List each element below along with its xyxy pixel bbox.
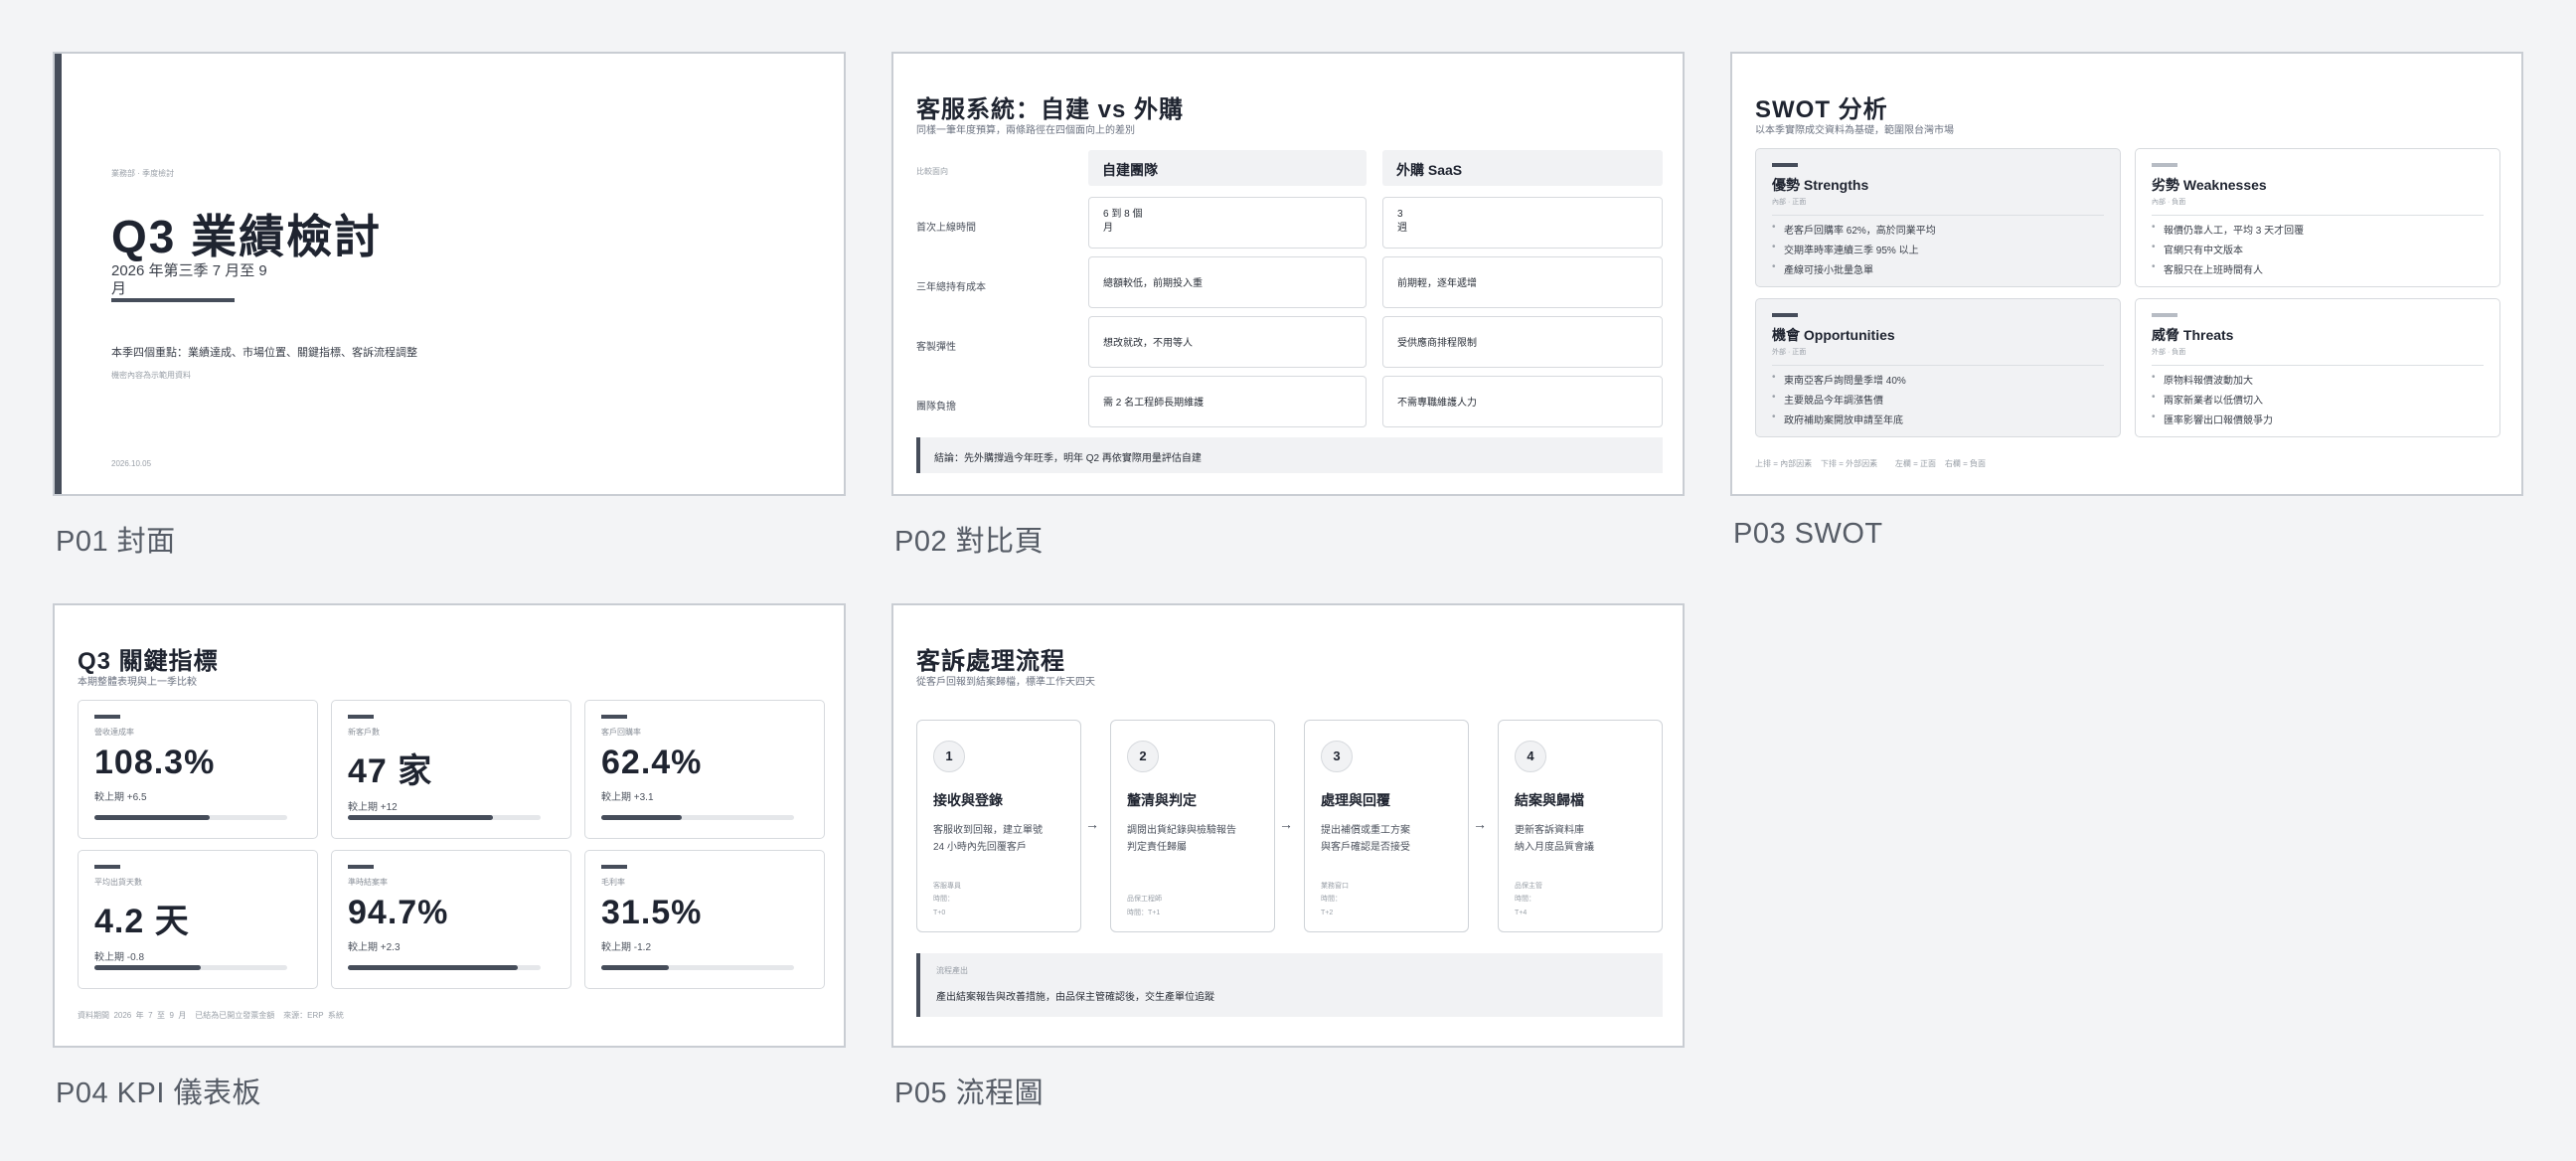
table-cell: 前期輕，逐年遞增 xyxy=(1382,256,1663,308)
kpi-card: 平均出貨天數 4.2 天 較上期 -0.8 xyxy=(78,850,318,989)
arrow-right-icon: → xyxy=(1279,816,1293,832)
kpi-card: 新客戶數 47 家 較上期 +12 xyxy=(331,700,571,839)
slide-caption-p02: P02 對比頁 xyxy=(894,526,1045,558)
slide-thumbnail-p02[interactable]: 客服系統：自建 vs 外購 同樣一筆年度預算，兩條路徑在四個面向上的差別 比較面… xyxy=(891,52,1685,496)
slide-thumbnail-p05[interactable]: 客訴處理流程 從客戶回報到結案歸檔，標準工作天四天 1 接收與登錄 客服收到回報… xyxy=(891,603,1685,1048)
table-cell: 總額較低，前期投入重 xyxy=(1088,256,1367,308)
kpi-card: 準時結案率 94.7% 較上期 +2.3 xyxy=(331,850,571,989)
slide-title: SWOT 分析 xyxy=(1755,96,1888,123)
slide-subtitle: 同樣一筆年度預算，兩條路徑在四個面向上的差別 xyxy=(916,125,1135,136)
cover-title: Q3 業績檢討 xyxy=(111,211,383,262)
swot-opportunities: 機會 Opportunities 外部 · 正面 東南亞客戶詢問量季增 40% … xyxy=(1755,298,2121,437)
swot-legend: 上排 = 內部因素 下排 = 外部因素 左欄 = 正面 右欄 = 負面 xyxy=(1755,459,1987,468)
accent-bar xyxy=(55,54,62,494)
flow-step: 3 處理與回覆 提出補償或重工方案 與客戶確認是否接受 業務窗口 時間： T+2 xyxy=(1304,720,1469,932)
kpi-footer: 資料期間 2026 年 7 至 9 月 已結為已開立發票金額 來源：ERP 系統 xyxy=(78,1011,344,1020)
table-cell: 需 2 名工程師長期維護 xyxy=(1088,376,1367,427)
kpi-card: 毛利率 31.5% 較上期 -1.2 xyxy=(584,850,825,989)
row-label: 客製彈性 xyxy=(916,342,956,353)
kpi-progress xyxy=(348,815,493,820)
flow-step: 4 結案與歸檔 更新客訴資料庫 納入月度品質會議 品保主管 時間： T+4 xyxy=(1498,720,1663,932)
flow-step: 2 釐清與判定 調閱出貨紀錄與檢驗報告 判定責任歸屬 品保工程師 時間：T+1 xyxy=(1110,720,1275,932)
flow-output-note: 流程產出 產出結案報告與改善措施，由品保主管確認後，交生產單位追蹤 xyxy=(916,953,1663,1017)
slide-subtitle: 從客戶回報到結案歸檔，標準工作天四天 xyxy=(916,677,1095,688)
cover-subtitle: 2026 年第三季 7 月至 9 月 xyxy=(111,262,267,297)
table-cell: 不需專職維護人力 xyxy=(1382,376,1663,427)
slide-title: Q3 關鍵指標 xyxy=(78,648,219,675)
conclusion-note: 結論：先外購撐過今年旺季，明年 Q2 再依實際用量評估自建 xyxy=(916,437,1663,473)
column-header-build: 自建團隊 xyxy=(1088,150,1367,186)
kpi-card: 營收達成率 108.3% 較上期 +6.5 xyxy=(78,700,318,839)
slide-thumbnail-p01[interactable]: 業務部 · 季度檢討 Q3 業績檢討 2026 年第三季 7 月至 9 月 本季… xyxy=(53,52,846,496)
kpi-progress xyxy=(348,965,518,970)
slide-subtitle: 以本季實際成交資料為基礎，範圍限台灣市場 xyxy=(1755,125,1954,136)
row-label: 三年總持有成本 xyxy=(916,282,986,293)
kpi-progress xyxy=(94,965,201,970)
slide-thumbnail-p04[interactable]: Q3 關鍵指標 本期整體表現與上一季比較 營收達成率 108.3% 較上期 +6… xyxy=(53,603,846,1048)
slide-caption-p01: P01 封面 xyxy=(56,526,176,558)
cover-eyebrow: 業務部 · 季度檢討 xyxy=(111,169,175,178)
table-cell: 想改就改，不用等人 xyxy=(1088,316,1367,368)
slide-caption-p04: P04 KPI 儀表板 xyxy=(56,1078,261,1109)
swot-threats: 威脅 Threats 外部 · 負面 原物料報價波動加大 兩家新業者以低價切入 … xyxy=(2135,298,2500,437)
corner-label: 比較面向 xyxy=(916,167,948,176)
row-label: 團隊負擔 xyxy=(916,402,956,413)
row-label: 首次上線時間 xyxy=(916,223,976,234)
cover-date: 2026.10.05 xyxy=(111,459,152,468)
table-cell: 3週 xyxy=(1382,197,1663,249)
swot-strengths: 優勢 Strengths 內部 · 正面 老客戶回購率 62%，高於同業平均 交… xyxy=(1755,148,2121,287)
kpi-card: 客戶回購率 62.4% 較上期 +3.1 xyxy=(584,700,825,839)
kpi-progress xyxy=(601,965,669,970)
slide-thumbnail-p03[interactable]: SWOT 分析 以本季實際成交資料為基礎，範圍限台灣市場 優勢 Strength… xyxy=(1730,52,2523,496)
flow-step: 1 接收與登錄 客服收到回報，建立單號 24 小時內先回覆客戶 客服專員 時間： T+… xyxy=(916,720,1081,932)
cover-underline xyxy=(111,298,235,302)
slide-title: 客服系統：自建 vs 外購 xyxy=(916,96,1185,123)
arrow-right-icon: → xyxy=(1473,816,1487,832)
swot-weaknesses: 劣勢 Weaknesses 內部 · 負面 報價仍靠人工，平均 3 天才回覆 官… xyxy=(2135,148,2500,287)
slide-title: 客訴處理流程 xyxy=(916,648,1065,675)
cover-note: 機密內容為示範用資料 xyxy=(111,371,191,380)
slide-caption-p05: P05 流程圖 xyxy=(894,1078,1045,1109)
table-cell: 6 到 8 個月 xyxy=(1088,197,1367,249)
arrow-right-icon: → xyxy=(1085,816,1099,832)
table-cell: 受供應商排程限制 xyxy=(1382,316,1663,368)
column-header-buy: 外購 SaaS xyxy=(1382,150,1663,186)
slide-caption-p03: P03 SWOT xyxy=(1733,518,1883,550)
slide-subtitle: 本期整體表現與上一季比較 xyxy=(78,677,197,688)
kpi-progress xyxy=(601,815,683,820)
kpi-progress xyxy=(94,815,211,820)
cover-summary: 本季四個重點：業績達成、市場位置、關鍵指標、客訴流程調整 xyxy=(111,347,417,359)
